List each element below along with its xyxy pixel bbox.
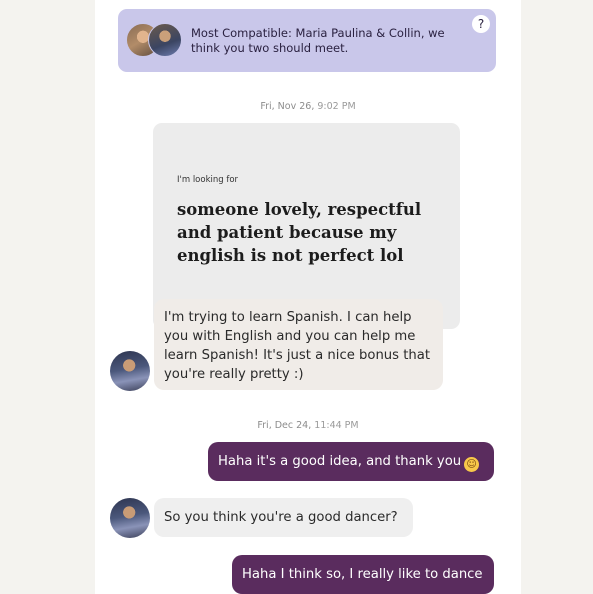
match-avatars bbox=[126, 23, 184, 57]
relieved-face-icon: ☺ bbox=[464, 457, 480, 472]
timestamp: Fri, Dec 24, 11:44 PM bbox=[95, 420, 521, 431]
prompt-answer: someone lovely, respectful and patient b… bbox=[177, 200, 422, 265]
timestamp-time: 11:44 PM bbox=[314, 420, 359, 431]
avatar bbox=[148, 23, 182, 57]
avatar[interactable] bbox=[110, 498, 150, 538]
banner-text: Most Compatible: Maria Paulina & Collin,… bbox=[191, 26, 445, 55]
message-text: Haha it's a good idea, and thank you bbox=[218, 454, 462, 469]
timestamp: Fri, Nov 26, 9:02 PM bbox=[95, 101, 521, 112]
timestamp-time: 9:02 PM bbox=[317, 101, 356, 112]
avatar[interactable] bbox=[110, 351, 150, 391]
prompt-label: I'm looking for bbox=[177, 175, 239, 185]
message-bubble-outgoing: Haha I think so, I really like to dance bbox=[232, 555, 494, 594]
timestamp-date: Fri, Dec 24, bbox=[257, 420, 312, 431]
message-text: Haha I think so, I really like to dance bbox=[242, 567, 483, 582]
message-bubble-incoming: I'm trying to learn Spanish. I can help … bbox=[154, 299, 443, 390]
help-icon[interactable]: ? bbox=[472, 15, 490, 33]
message-text: I'm trying to learn Spanish. I can help … bbox=[164, 310, 431, 382]
timestamp-date: Fri, Nov 26, bbox=[260, 101, 315, 112]
message-bubble-incoming: So you think you're a good dancer? bbox=[154, 498, 413, 537]
most-compatible-banner[interactable]: Most Compatible: Maria Paulina & Collin,… bbox=[118, 9, 496, 72]
message-text: So you think you're a good dancer? bbox=[164, 510, 398, 525]
message-bubble-outgoing: Haha it's a good idea, and thank you ☺ bbox=[208, 442, 494, 481]
